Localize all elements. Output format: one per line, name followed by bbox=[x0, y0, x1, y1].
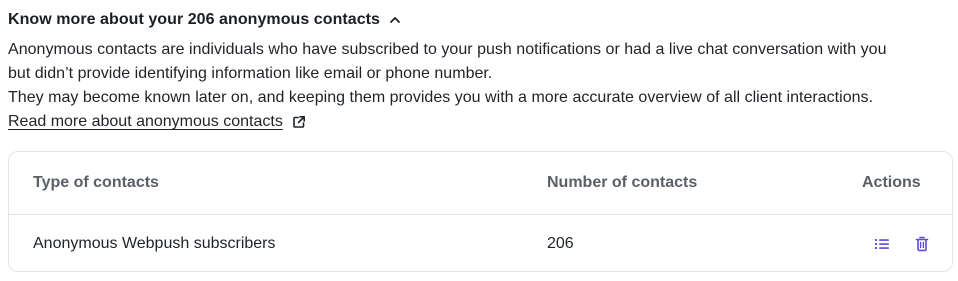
anonymous-contacts-section: Know more about your 206 anonymous conta… bbox=[0, 0, 958, 281]
cell-contact-count: 206 bbox=[547, 234, 574, 252]
section-toggle[interactable]: Know more about your 206 anonymous conta… bbox=[8, 0, 952, 38]
column-header-type: Type of contacts bbox=[33, 174, 159, 191]
row-actions bbox=[873, 235, 931, 253]
table-row: Anonymous Webpush subscribers 206 bbox=[9, 215, 952, 272]
description-line-3: They may become known later on, and keep… bbox=[8, 89, 874, 106]
description-line-2: but didn’t provide identifying informati… bbox=[8, 65, 493, 82]
cell-contact-type: Anonymous Webpush subscribers bbox=[33, 234, 276, 252]
table-header-row: Type of contacts Number of contacts Acti… bbox=[9, 152, 952, 215]
read-more-label: Read more about anonymous contacts bbox=[8, 113, 283, 130]
column-header-actions: Actions bbox=[862, 174, 921, 191]
column-header-count: Number of contacts bbox=[547, 174, 698, 191]
external-link-icon bbox=[292, 115, 306, 129]
read-more-link[interactable]: Read more about anonymous contacts bbox=[8, 110, 306, 134]
description: Anonymous contacts are individuals who h… bbox=[8, 38, 952, 110]
list-icon[interactable] bbox=[873, 235, 891, 253]
contacts-table: Type of contacts Number of contacts Acti… bbox=[8, 151, 953, 272]
description-line-1: Anonymous contacts are individuals who h… bbox=[8, 41, 887, 58]
chevron-up-icon[interactable] bbox=[389, 14, 401, 26]
section-title: Know more about your 206 anonymous conta… bbox=[8, 10, 380, 28]
trash-icon[interactable] bbox=[913, 235, 931, 253]
